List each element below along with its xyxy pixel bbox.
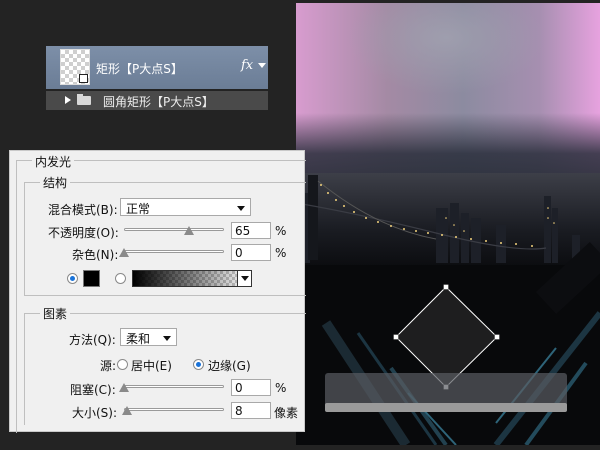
source-label: 源:: [100, 359, 117, 373]
chevron-down-icon[interactable]: [258, 63, 266, 68]
shape-layer-icon: [79, 74, 88, 83]
structure-border-bottom: [24, 295, 306, 296]
skyline-silhouette: [296, 193, 580, 263]
choke-unit: %: [275, 381, 287, 395]
layer-row-rectangle[interactable]: 矩形【P大点S】 fx: [46, 46, 268, 89]
slider-track: [124, 408, 224, 411]
bridge: [296, 175, 547, 260]
blend-mode-value: 正常: [126, 202, 151, 216]
slider-thumb[interactable]: [119, 383, 129, 392]
noise-slider[interactable]: [119, 247, 224, 257]
document-canvas[interactable]: [296, 3, 600, 445]
chevron-down-icon: [163, 336, 171, 341]
glow-color-swatch[interactable]: [83, 270, 100, 287]
blend-mode-select[interactable]: 正常: [120, 198, 251, 216]
slider-track: [124, 250, 224, 253]
gradient-picker[interactable]: [132, 270, 252, 287]
noise-field[interactable]: 0: [231, 244, 271, 261]
chevron-down-icon: [237, 206, 245, 211]
layer-name: 矩形【P大点S】: [96, 62, 183, 76]
elements-border-left: [24, 313, 25, 425]
source-edge-label: 边缘(G): [208, 359, 251, 373]
noise-unit: %: [275, 246, 287, 260]
size-slider[interactable]: [122, 405, 224, 415]
inner-glow-dialog: 内发光 结构 混合模式(B): 正常 不透明度(O): 65 % 杂色(N): …: [9, 150, 306, 433]
layer-row-rounded-rectangle[interactable]: 圆角矩形【P大点S】: [46, 91, 268, 110]
fx-icon[interactable]: fx: [241, 58, 253, 73]
choke-field[interactable]: 0: [231, 379, 271, 396]
choke-slider[interactable]: [119, 382, 224, 392]
opacity-unit: %: [275, 224, 287, 238]
group-border-left: [16, 160, 17, 433]
slider-track: [124, 385, 224, 388]
gradient-dropdown-button[interactable]: [237, 270, 252, 287]
technique-select[interactable]: 柔和: [120, 328, 177, 346]
gradient-radio[interactable]: [115, 273, 126, 284]
opacity-slider[interactable]: [124, 225, 224, 235]
source-center-label: 居中(E): [131, 359, 172, 373]
choke-label: 阻塞(C):: [70, 383, 116, 397]
section-title-elements: 图素: [40, 305, 71, 322]
expand-triangle-icon[interactable]: [65, 96, 71, 104]
size-field[interactable]: 8: [231, 402, 271, 419]
noise-label: 杂色(N):: [72, 248, 119, 262]
technique-label: 方法(Q):: [69, 333, 116, 347]
structure-border-left: [24, 182, 25, 295]
layer-thumbnail: [60, 49, 90, 85]
section-title-structure: 结构: [40, 174, 71, 191]
opacity-label: 不透明度(O):: [48, 226, 119, 240]
technique-value: 柔和: [126, 332, 151, 346]
solid-color-radio[interactable]: [67, 273, 78, 284]
layers-panel: 矩形【P大点S】 fx 圆角矩形【P大点S】: [46, 46, 268, 110]
source-center-radio[interactable]: [117, 359, 128, 370]
slider-thumb[interactable]: [119, 248, 129, 257]
grey-bar: [325, 403, 567, 412]
slider-thumb[interactable]: [184, 226, 194, 235]
section-title-inner-glow: 内发光: [32, 153, 75, 170]
blend-mode-label: 混合模式(B):: [48, 203, 118, 217]
size-label: 大小(S):: [72, 406, 118, 420]
group-name: 圆角矩形【P大点S】: [103, 95, 214, 109]
opacity-field[interactable]: 65: [231, 222, 271, 239]
slider-track: [124, 228, 224, 231]
size-unit: 像素: [274, 406, 299, 420]
slider-thumb[interactable]: [122, 406, 132, 415]
source-edge-radio[interactable]: [193, 359, 204, 370]
folder-icon: [77, 94, 91, 105]
